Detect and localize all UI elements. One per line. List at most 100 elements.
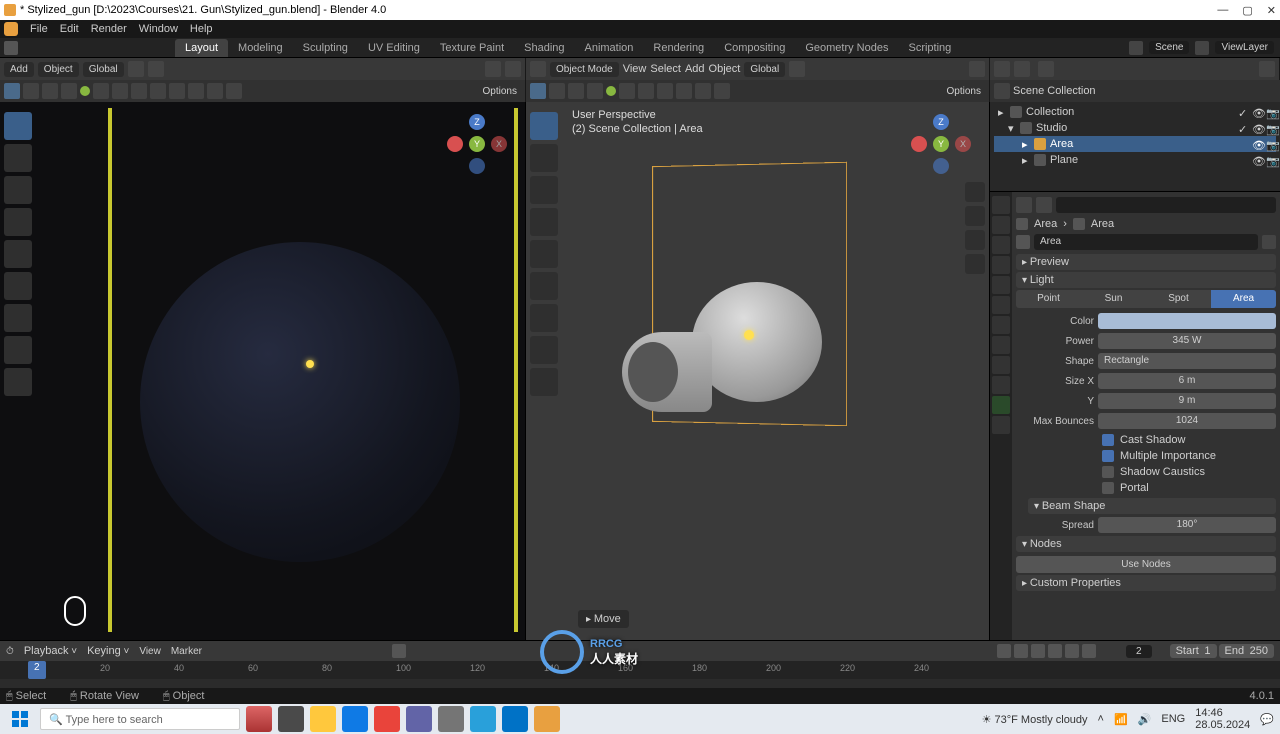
mode3-icon[interactable]	[42, 83, 58, 99]
tab-compositing[interactable]: Compositing	[714, 39, 795, 57]
weather-widget[interactable]: ☀ 73°F Mostly cloudy	[982, 713, 1088, 726]
portal-checkbox[interactable]: Portal	[1016, 480, 1276, 496]
tab-layout[interactable]: Layout	[175, 39, 228, 57]
blender-taskbar-icon[interactable]	[534, 706, 560, 732]
outliner-item-area[interactable]: ▸ Area 👁📷	[994, 136, 1276, 152]
color-swatch[interactable]	[1098, 313, 1276, 329]
select-tool[interactable]	[4, 112, 32, 140]
timeline-type-icon[interactable]: ⏱	[6, 646, 14, 657]
rendered-icon[interactable]	[207, 83, 223, 99]
xray-icon[interactable]	[131, 83, 147, 99]
measure-tool-r[interactable]	[530, 336, 558, 364]
editor-type-icon[interactable]	[530, 61, 546, 77]
playhead[interactable]: 2	[28, 661, 46, 679]
render-icon[interactable]: 📷	[1266, 139, 1276, 149]
taskbar-search[interactable]: 🔍 Type here to search	[40, 708, 240, 730]
orientation-dropdown[interactable]: Global	[83, 62, 124, 77]
render-icon[interactable]: 📷	[1266, 155, 1276, 165]
task-view-icon[interactable]	[278, 706, 304, 732]
particle-tab-icon[interactable]	[992, 336, 1010, 354]
scene-icon[interactable]	[1129, 41, 1143, 55]
viewlayer-name-field[interactable]: ViewLayer	[1215, 41, 1274, 54]
tab-shading[interactable]: Shading	[514, 39, 574, 57]
tab-animation[interactable]: Animation	[575, 39, 644, 57]
xray-b-icon[interactable]	[657, 83, 673, 99]
clock[interactable]: 14:4628.05.2024	[1195, 707, 1250, 731]
viewport-left[interactable]: Z Y X	[0, 102, 526, 640]
tab-scripting[interactable]: Scripting	[898, 39, 961, 57]
outliner-item-plane[interactable]: ▸ Plane 👁📷	[994, 152, 1276, 168]
crumb-data[interactable]: Area	[1091, 218, 1114, 230]
visible-icon[interactable]: 👁	[1252, 107, 1262, 117]
datablock-name-input[interactable]: Area	[1034, 234, 1258, 250]
transform-tool[interactable]	[4, 272, 32, 300]
world-tab-icon[interactable]	[992, 276, 1010, 294]
menu-window[interactable]: Window	[139, 23, 178, 35]
outliner[interactable]: ▸ Collection ✓👁📷 ▾ Studio ✓👁📷 ▸ Area 👁📷 …	[990, 102, 1280, 192]
exclude-icon[interactable]: ✓	[1238, 123, 1248, 133]
view-menu[interactable]: View	[623, 63, 647, 75]
section-beam[interactable]: ▾ Beam Shape	[1028, 498, 1276, 514]
section-custom-props[interactable]: ▸ Custom Properties	[1016, 575, 1276, 591]
physics-tab-icon[interactable]	[992, 356, 1010, 374]
playback-menu[interactable]: Playback ˅	[24, 645, 77, 657]
show-overlay-icon[interactable]	[112, 83, 128, 99]
menu-edit[interactable]: Edit	[60, 23, 79, 35]
add-menu[interactable]: Add	[4, 62, 34, 77]
rendered-b-icon[interactable]	[695, 83, 711, 99]
perspective-toggle-icon[interactable]	[965, 254, 985, 274]
chrome-icon[interactable]	[374, 706, 400, 732]
power-input[interactable]: 345 W	[1098, 333, 1276, 349]
explorer-icon[interactable]	[310, 706, 336, 732]
props-type-icon[interactable]	[1016, 197, 1032, 213]
scale-tool-r[interactable]	[530, 240, 558, 268]
solid-b-icon[interactable]	[676, 83, 692, 99]
tab-geometry-nodes[interactable]: Geometry Nodes	[795, 39, 898, 57]
menu-help[interactable]: Help	[190, 23, 213, 35]
pin-icon[interactable]	[1262, 235, 1276, 249]
bounces-input[interactable]: 1024	[1098, 413, 1276, 429]
tab-sculpting[interactable]: Sculpting	[293, 39, 358, 57]
timeline-ruler[interactable]: 2 20 40 60 80 100 120 140 160 180 200 22…	[0, 661, 1280, 679]
cursor-tool[interactable]	[4, 144, 32, 172]
section-nodes[interactable]: ▾ Nodes	[1016, 536, 1276, 552]
filter-icon[interactable]	[1014, 61, 1030, 77]
shading-icon[interactable]	[485, 61, 501, 77]
light-type-radio[interactable]: Point Sun Spot Area	[1016, 290, 1276, 308]
multi-importance-checkbox[interactable]: Multiple Importance	[1016, 448, 1276, 464]
exclude-icon[interactable]: ✓	[1238, 107, 1248, 117]
tab-modeling[interactable]: Modeling	[228, 39, 293, 57]
add-menu-b[interactable]: Add	[685, 63, 705, 75]
autokey-icon[interactable]	[392, 644, 406, 658]
select-mode-b-icon[interactable]	[530, 83, 546, 99]
search-icon[interactable]	[1038, 61, 1054, 77]
next-key-icon[interactable]	[1065, 644, 1079, 658]
shape-dropdown[interactable]: Rectangle	[1098, 353, 1276, 369]
addcube-tool[interactable]	[4, 368, 32, 396]
telegram-icon[interactable]	[470, 706, 496, 732]
close-icon[interactable]: ✕	[1267, 4, 1276, 17]
nav-gizmo-left[interactable]: Z Y X	[447, 114, 507, 174]
rotate-tool[interactable]	[4, 208, 32, 236]
sizex-input[interactable]: 6 m	[1098, 373, 1276, 389]
render-icon[interactable]: 📷	[1266, 107, 1276, 117]
collection-icon[interactable]	[994, 83, 1010, 99]
minimize-icon[interactable]: —	[1217, 4, 1228, 17]
measure-tool[interactable]	[4, 336, 32, 364]
maximize-icon[interactable]: ▢	[1242, 4, 1252, 17]
material-tab-icon[interactable]	[992, 416, 1010, 434]
props-search-icon[interactable]	[1036, 197, 1052, 213]
crumb-object[interactable]: Area	[1034, 218, 1057, 230]
section-preview[interactable]: ▸ Preview	[1016, 254, 1276, 270]
cast-shadow-checkbox[interactable]: Cast Shadow	[1016, 432, 1276, 448]
object-menu[interactable]: Object	[38, 62, 79, 77]
language-icon[interactable]: ENG	[1161, 713, 1185, 725]
object-tab-icon[interactable]	[992, 296, 1010, 314]
show-gizmo-icon[interactable]	[93, 83, 109, 99]
keying-menu[interactable]: Keying ˅	[87, 645, 129, 657]
camera-view-icon[interactable]	[965, 230, 985, 250]
search-vp-icon[interactable]	[226, 83, 242, 99]
viewlayer-icon[interactable]	[1195, 41, 1209, 55]
matprev-icon[interactable]	[188, 83, 204, 99]
wireframe-icon[interactable]	[150, 83, 166, 99]
